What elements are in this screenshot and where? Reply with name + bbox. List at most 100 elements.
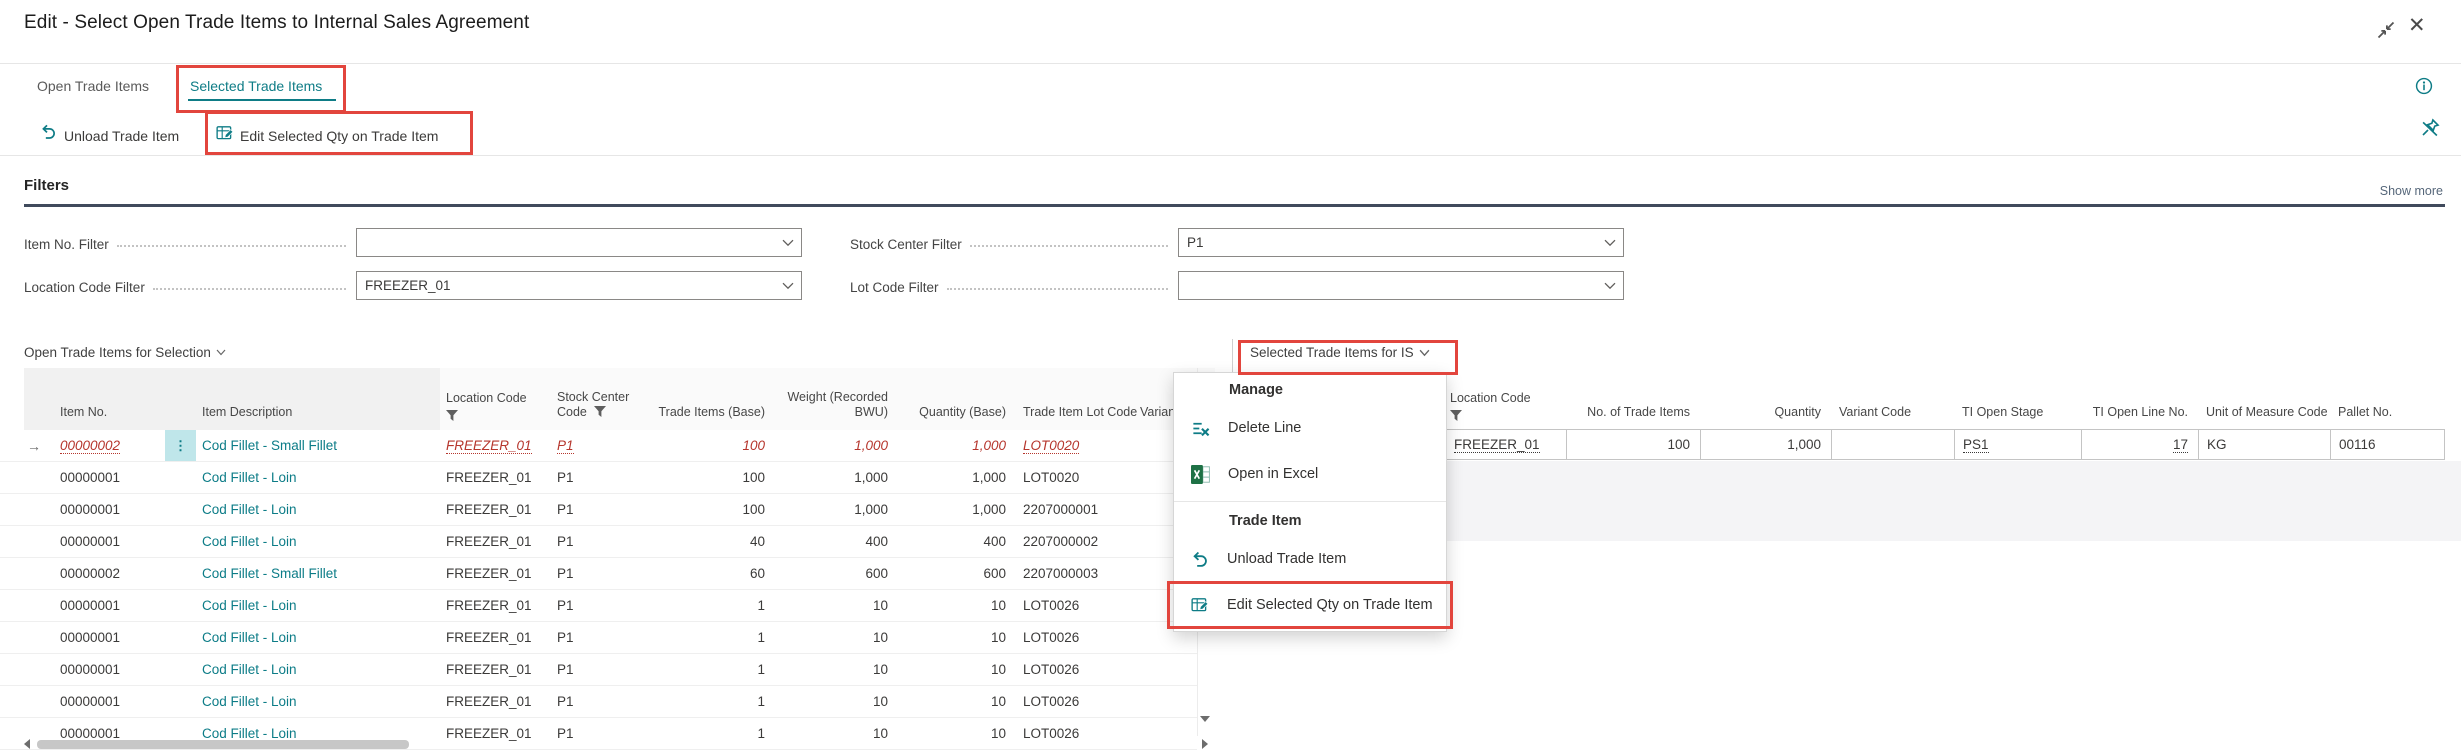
menu-item-delete-line[interactable]: Delete Line (1174, 405, 1446, 451)
menu-item-open-in-excel[interactable]: Open in Excel (1174, 451, 1446, 497)
cell-weight: 1,000 (770, 494, 893, 525)
show-more-link[interactable]: Show more (2380, 184, 2443, 198)
cell-location-code[interactable]: FREEZER_01 (1446, 430, 1567, 459)
col-ti-open-stage[interactable]: TI Open Stage (1954, 368, 2081, 430)
col-trade-item-lot-code[interactable]: Trade Item Lot Code (1011, 368, 1140, 430)
cell-item-no[interactable]: 00000001 (55, 526, 165, 557)
cell-item-no[interactable]: 00000001 (55, 462, 165, 493)
location-code-filter-input[interactable] (357, 272, 801, 299)
cell-row-menu (165, 558, 196, 589)
cell-description[interactable]: Cod Fillet - Loin (196, 462, 444, 493)
item-no-filter-input[interactable] (357, 229, 801, 256)
menu-item-unload-trade-item[interactable]: Unload Trade Item (1174, 536, 1446, 582)
cell-weight: 400 (770, 526, 893, 557)
cell-quantity: 10 (893, 590, 1011, 621)
cell-quantity: 10 (893, 622, 1011, 653)
cell-item-no[interactable]: 00000002 (55, 558, 165, 589)
cell-description[interactable]: Cod Fillet - Small Fillet (196, 558, 444, 589)
col-quantity[interactable]: Quantity (1700, 368, 1831, 430)
lot-code-filter-field[interactable] (1178, 271, 1624, 300)
cell-row-menu[interactable]: ⋮ (165, 430, 196, 461)
menu-item-edit-selected-qty[interactable]: Edit Selected Qty on Trade Item (1174, 582, 1446, 628)
cell-pallet-no[interactable]: 00116 (2331, 430, 2446, 459)
col-item-description[interactable]: Item Description (196, 368, 444, 430)
cell-trade-items: 40 (650, 526, 770, 557)
chevron-down-icon[interactable] (782, 239, 794, 247)
col-stock-center-code[interactable]: Stock Center Code (556, 368, 650, 430)
table-row[interactable]: 00000001Cod Fillet - LoinFREEZER_01P1110… (0, 590, 1197, 622)
cell-description[interactable]: Cod Fillet - Loin (196, 622, 444, 653)
left-table-caption[interactable]: Open Trade Items for Selection (24, 345, 226, 360)
table-row[interactable]: 00000001Cod Fillet - LoinFREEZER_01P1110… (0, 686, 1197, 718)
cell-quantity[interactable]: 1,000 (1701, 430, 1832, 459)
tab-selected-trade-items[interactable]: Selected Trade Items (190, 78, 322, 94)
chevron-down-icon[interactable] (1604, 282, 1616, 290)
table-row[interactable]: →00000002⋮Cod Fillet - Small FilletFREEZ… (0, 430, 1197, 462)
table-row[interactable]: 00000001Cod Fillet - LoinFREEZER_01P1100… (0, 462, 1197, 494)
cell-item-no[interactable]: 00000001 (55, 654, 165, 685)
edit-selected-qty-button[interactable]: Edit Selected Qty on Trade Item (240, 128, 438, 144)
table-row[interactable]: 00000002Cod Fillet - Small FilletFREEZER… (0, 558, 1197, 590)
cell-description[interactable]: Cod Fillet - Loin (196, 494, 444, 525)
cell-item-no[interactable]: 00000001 (55, 622, 165, 653)
chevron-down-icon[interactable] (782, 282, 794, 290)
col-trade-items-base[interactable]: Trade Items (Base) (650, 368, 770, 430)
col-ti-open-line-no[interactable]: TI Open Line No. (2081, 368, 2198, 430)
col-quantity-base[interactable]: Quantity (Base) (893, 368, 1011, 430)
col-no-of-trade-items[interactable]: No. of Trade Items (1566, 368, 1700, 430)
close-icon[interactable]: ✕ (2408, 13, 2426, 38)
tab-open-trade-items[interactable]: Open Trade Items (37, 78, 149, 94)
col-pallet-no[interactable]: Pallet No. (2330, 368, 2445, 430)
table-row[interactable]: 00000001Cod Fillet - LoinFREEZER_01P1110… (0, 622, 1197, 654)
scroll-left-arrow[interactable] (24, 739, 30, 749)
table-row[interactable]: 00000001Cod Fillet - LoinFREEZER_01P1100… (0, 494, 1197, 526)
table-row[interactable]: 00000001Cod Fillet - LoinFREEZER_01P1404… (0, 526, 1197, 558)
cell-description[interactable]: Cod Fillet - Small Fillet (196, 430, 444, 461)
cell-description[interactable]: Cod Fillet - Loin (196, 686, 444, 717)
cell-location: FREEZER_01 (444, 686, 556, 717)
stock-center-filter-input[interactable] (1179, 229, 1623, 256)
filter-icon (1450, 410, 1566, 421)
info-icon[interactable] (2415, 77, 2433, 95)
cell-stock-center: P1 (556, 526, 650, 557)
col-location-code[interactable]: Location Code (1445, 368, 1566, 430)
scroll-down-arrow[interactable] (1200, 716, 1210, 722)
lot-code-filter-label: Lot Code Filter (850, 273, 1178, 295)
col-variant-code[interactable]: Variant Code (1831, 368, 1954, 430)
cell-unit-of-measure[interactable]: KG (2199, 430, 2331, 459)
cell-no-of-trade-items[interactable]: 100 (1567, 430, 1701, 459)
cell-ti-open-stage[interactable]: PS1 (1955, 430, 2082, 459)
cell-variant-code[interactable] (1832, 430, 1955, 459)
cell-ti-open-line-no[interactable]: 17 (2082, 430, 2199, 459)
table-row[interactable]: 00000001Cod Fillet - LoinFREEZER_01P1110… (0, 654, 1197, 686)
cell-item-no[interactable]: 00000002 (55, 430, 165, 461)
location-code-filter-field[interactable] (356, 271, 802, 300)
item-no-filter-field[interactable] (356, 228, 802, 257)
stock-center-filter-label: Stock Center Filter (850, 230, 1178, 252)
cell-stock-center: P1 (556, 430, 650, 461)
cell-item-no[interactable]: 00000001 (55, 686, 165, 717)
cell-item-no[interactable]: 00000001 (55, 590, 165, 621)
cell-description[interactable]: Cod Fillet - Loin (196, 654, 444, 685)
cell-description[interactable]: Cod Fillet - Loin (196, 526, 444, 557)
cell-row-menu (165, 590, 196, 621)
col-weight-bwu[interactable]: Weight (Recorded BWU) (770, 368, 893, 430)
chevron-down-icon[interactable] (1604, 239, 1616, 247)
h-scrollbar-thumb[interactable] (37, 740, 409, 749)
col-unit-of-measure-code[interactable]: Unit of Measure Code (2198, 368, 2330, 430)
cell-description[interactable]: Cod Fillet - Loin (196, 590, 444, 621)
lot-code-filter-input[interactable] (1179, 272, 1623, 299)
stock-center-filter-field[interactable] (1178, 228, 1624, 257)
selected-trade-items-dropdown-button[interactable]: Selected Trade Items for IS (1250, 345, 1430, 360)
dialog-select-open-trade-items: Edit - Select Open Trade Items to Intern… (0, 0, 2461, 751)
restore-window-icon[interactable] (2374, 18, 2398, 42)
col-indicator (0, 368, 55, 430)
unpin-icon[interactable] (2420, 118, 2440, 138)
col-location-code[interactable]: Location Code (444, 368, 556, 430)
scroll-right-arrow[interactable] (1202, 739, 1208, 749)
col-item-no[interactable]: Item No. (55, 368, 165, 430)
cell-item-no[interactable]: 00000001 (55, 494, 165, 525)
unload-trade-item-button[interactable]: Unload Trade Item (64, 128, 179, 144)
chevron-down-icon (1419, 349, 1430, 357)
right-table-row[interactable]: FREEZER_01 100 1,000 PS1 17 KG 00116 (1445, 429, 2445, 460)
